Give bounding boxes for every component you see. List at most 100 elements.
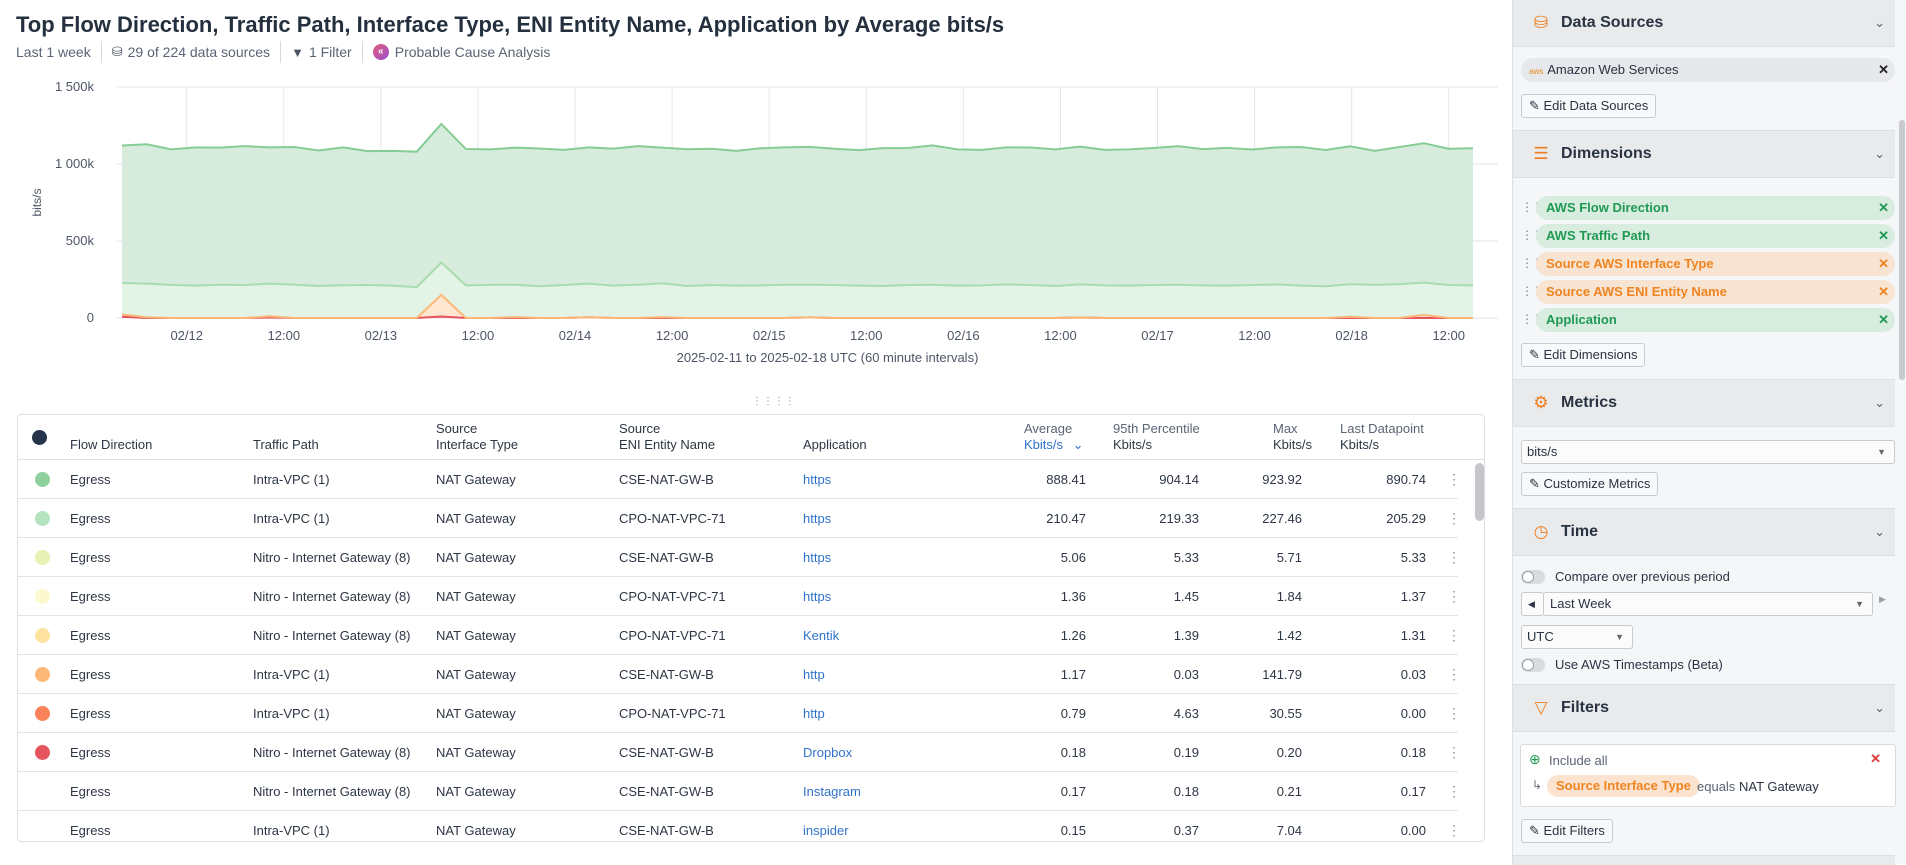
edit-filters-button[interactable]: ✎ Edit Filters <box>1521 819 1613 843</box>
dimension-chip[interactable]: Application ✕ <box>1536 308 1895 332</box>
row-menu-icon[interactable]: ⋮ <box>1447 811 1461 841</box>
time-range-label[interactable]: Last 1 week <box>16 44 91 60</box>
section-dimensions[interactable]: ☰ Dimensions ⌄ <box>1513 130 1895 178</box>
col-last-datapoint[interactable]: Last Datapoint Kbits/s <box>1340 421 1424 453</box>
table-row[interactable]: Egress Intra-VPC (1) NAT Gateway CPO-NAT… <box>18 694 1461 733</box>
cell-application-link[interactable]: https <box>803 499 831 538</box>
col-application[interactable]: Application <box>803 437 867 453</box>
section-time[interactable]: ◷ Time ⌄ <box>1513 508 1895 556</box>
remove-icon[interactable]: ✕ <box>1878 308 1889 332</box>
chevron-down-icon[interactable]: ⌄ <box>1874 146 1885 162</box>
table-row[interactable]: Egress Intra-VPC (1) NAT Gateway CSE-NAT… <box>18 811 1461 841</box>
resize-handle[interactable]: ⋮⋮⋮⋮ <box>752 396 796 407</box>
row-menu-icon[interactable]: ⋮ <box>1447 694 1461 733</box>
button-label: Customize Metrics <box>1543 476 1651 491</box>
section-title: Metrics <box>1561 394 1618 411</box>
plus-circle-icon[interactable]: ⊕ <box>1529 751 1541 768</box>
cell-application-link[interactable]: Dropbox <box>803 733 852 772</box>
col-max[interactable]: Max Kbits/s <box>1273 421 1312 453</box>
cell-average: 1.17 <box>1060 667 1086 682</box>
remove-icon[interactable]: ✕ <box>1878 252 1889 276</box>
edit-data-sources-button[interactable]: ✎ Edit Data Sources <box>1521 94 1657 118</box>
dimension-chip[interactable]: Source AWS Interface Type ✕ <box>1536 252 1895 276</box>
cell-application-link[interactable]: https <box>803 460 831 499</box>
cell-application-link[interactable]: http <box>803 655 825 694</box>
data-sources-label[interactable]: 29 of 224 data sources <box>128 44 270 60</box>
col-average[interactable]: Average Kbits/s ⌄ <box>1024 421 1084 453</box>
series-color-dot <box>35 628 50 643</box>
remove-filter-icon[interactable]: ✕ <box>1870 751 1881 767</box>
prev-range-button[interactable]: ◀ <box>1521 592 1544 616</box>
table-row[interactable]: Egress Nitro - Internet Gateway (8) NAT … <box>18 772 1461 811</box>
row-menu-icon[interactable]: ⋮ <box>1447 538 1461 577</box>
cell-last-datapoint: 1.37 <box>1400 589 1426 604</box>
cell-application-link[interactable]: https <box>803 538 831 577</box>
caret-down-icon: ▼ <box>1855 599 1864 609</box>
dimension-chip[interactable]: AWS Flow Direction ✕ <box>1536 196 1895 220</box>
table-row[interactable]: Egress Nitro - Internet Gateway (8) NAT … <box>18 538 1461 577</box>
dimension-chip[interactable]: Source AWS ENI Entity Name ✕ <box>1536 280 1895 304</box>
cell-application-link[interactable]: https <box>803 577 831 616</box>
col-traffic-path[interactable]: Traffic Path <box>253 437 319 453</box>
table-row[interactable]: Egress Nitro - Internet Gateway (8) NAT … <box>18 577 1461 616</box>
cell-last-datapoint: 890.74 <box>1386 472 1426 487</box>
timezone-select[interactable]: UTC ▼ <box>1521 625 1633 649</box>
dimension-chip[interactable]: AWS Traffic Path ✕ <box>1536 224 1895 248</box>
section-filters[interactable]: ▽ Filters ⌄ <box>1513 684 1895 732</box>
customize-metrics-button[interactable]: ✎ Customize Metrics <box>1521 472 1659 496</box>
cell-application-link[interactable]: Instagram <box>803 772 861 811</box>
cell-95th-percentile: 904.14 <box>1159 472 1199 487</box>
series-color-dot <box>35 589 50 604</box>
cell-application-link[interactable]: Kentik <box>803 616 839 655</box>
row-menu-icon[interactable]: ⋮ <box>1447 577 1461 616</box>
filter-field-chip[interactable]: Source Interface Type <box>1547 775 1700 797</box>
cell-max: 141.79 <box>1262 667 1302 682</box>
metric-select[interactable]: bits/s ▼ <box>1521 440 1895 464</box>
caret-down-icon: ▼ <box>1877 447 1886 457</box>
row-menu-icon[interactable]: ⋮ <box>1447 499 1461 538</box>
time-range-select[interactable]: Last Week ▼ <box>1543 592 1873 616</box>
compare-toggle[interactable] <box>1521 570 1545 584</box>
chevron-down-icon[interactable]: ⌄ <box>1874 524 1885 540</box>
table-row[interactable]: Egress Intra-VPC (1) NAT Gateway CPO-NAT… <box>18 499 1461 538</box>
table-scrollbar[interactable] <box>1475 463 1484 521</box>
cell-application-link[interactable]: http <box>803 694 825 733</box>
row-menu-icon[interactable]: ⋮ <box>1447 616 1461 655</box>
col-eni-entity-name[interactable]: Source ENI Entity Name <box>619 421 715 453</box>
chevron-down-icon[interactable]: ⌄ <box>1874 700 1885 716</box>
sidebar-scrollbar[interactable] <box>1899 120 1905 380</box>
table-row[interactable]: Egress Nitro - Internet Gateway (8) NAT … <box>18 616 1461 655</box>
row-menu-icon[interactable]: ⋮ <box>1447 460 1461 499</box>
table-row[interactable]: Egress Intra-VPC (1) NAT Gateway CSE-NAT… <box>18 655 1461 694</box>
next-range-button[interactable]: ▶ <box>1879 594 1886 605</box>
include-all-label[interactable]: Include all <box>1549 753 1608 768</box>
row-menu-icon[interactable]: ⋮ <box>1447 772 1461 811</box>
col-source-interface-type[interactable]: Source Interface Type <box>436 421 518 453</box>
row-menu-icon[interactable]: ⋮ <box>1447 655 1461 694</box>
col-95th-percentile[interactable]: 95th Percentile Kbits/s <box>1113 421 1200 453</box>
x-tick-label: 12:00 <box>1238 328 1271 343</box>
chevron-down-icon[interactable]: ⌄ <box>1874 15 1885 31</box>
edit-dimensions-button[interactable]: ✎ Edit Dimensions <box>1521 343 1646 367</box>
cell-application-link[interactable]: inspider <box>803 811 849 841</box>
cell-last-datapoint: 5.33 <box>1400 550 1426 565</box>
section-data-sources[interactable]: ⛁ Data Sources ⌄ <box>1513 0 1895 47</box>
pca-link[interactable]: Probable Cause Analysis <box>395 44 551 60</box>
aws-logo-icon: aws <box>1529 67 1544 76</box>
remove-icon[interactable]: ✕ <box>1878 280 1889 304</box>
row-menu-icon[interactable]: ⋮ <box>1447 733 1461 772</box>
aws-timestamps-toggle[interactable] <box>1521 658 1545 672</box>
remove-icon[interactable]: ✕ <box>1878 58 1889 82</box>
cell-interface-type: NAT Gateway <box>436 589 516 604</box>
remove-icon[interactable]: ✕ <box>1878 224 1889 248</box>
cell-eni-entity-name: CPO-NAT-VPC-71 <box>619 589 726 604</box>
col-flow-direction[interactable]: Flow Direction <box>70 437 152 453</box>
sort-desc-icon[interactable]: ⌄ <box>1073 437 1084 452</box>
remove-icon[interactable]: ✕ <box>1878 196 1889 220</box>
table-row[interactable]: Egress Intra-VPC (1) NAT Gateway CSE-NAT… <box>18 460 1461 499</box>
table-row[interactable]: Egress Nitro - Internet Gateway (8) NAT … <box>18 733 1461 772</box>
section-metrics[interactable]: ⚙ Metrics ⌄ <box>1513 379 1895 427</box>
cell-last-datapoint: 0.00 <box>1400 706 1426 721</box>
chevron-down-icon[interactable]: ⌄ <box>1874 395 1885 411</box>
filters-label[interactable]: 1 Filter <box>309 44 352 60</box>
